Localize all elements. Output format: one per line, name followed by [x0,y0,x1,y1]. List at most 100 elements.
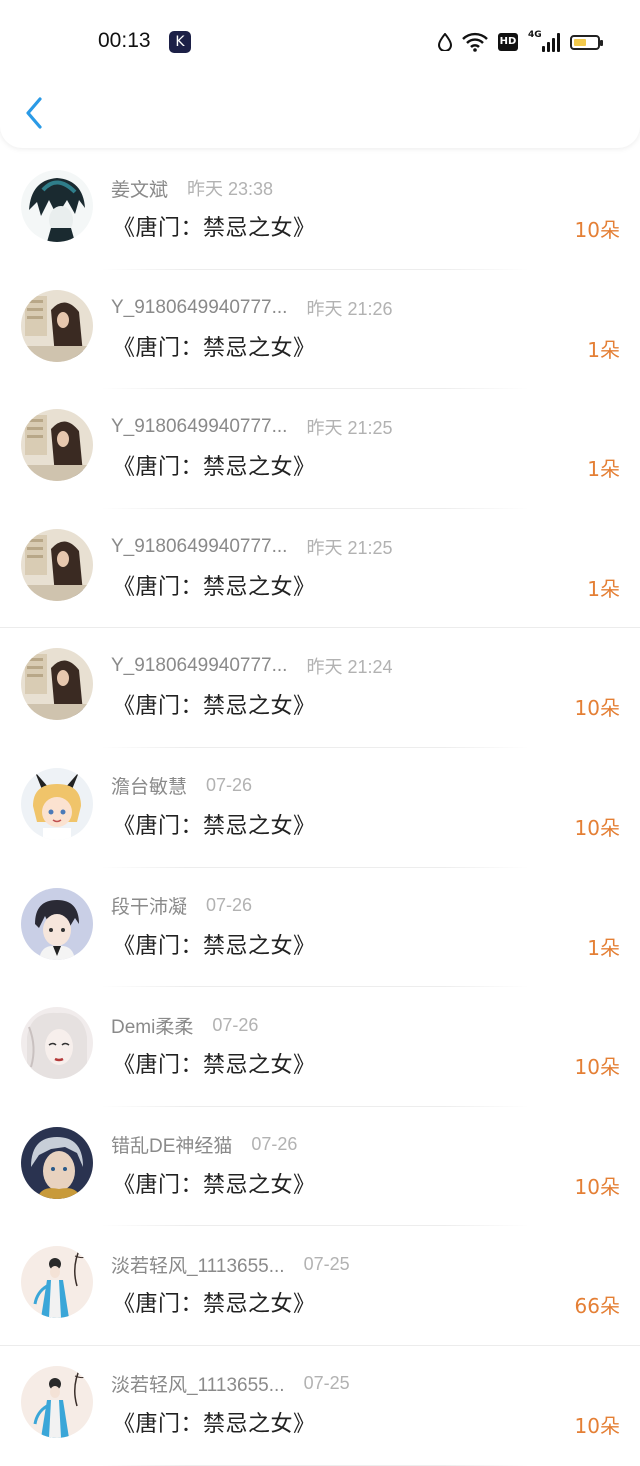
avatar[interactable] [21,767,93,840]
timestamp: 昨天 21:26 [306,298,393,319]
status-icons: HD 4G [438,30,603,54]
list-item[interactable]: Y_9180649940777... 昨天 21:25 《唐门：禁忌之女》 1朵 [0,509,640,629]
item-meta: Y_9180649940777... 昨天 21:26 [111,296,393,320]
timestamp: 昨天 21:24 [306,657,393,678]
list-item[interactable]: Demi柔柔 07-26 《唐门：禁忌之女》 10朵 [0,987,640,1107]
list-item[interactable]: 段干沛凝 07-26 《唐门：禁忌之女》 1朵 [0,868,640,988]
flower-amount: 1朵 [587,457,620,482]
list-item[interactable]: 姜文斌 昨天 23:38 《唐门：禁忌之女》 10朵 [0,150,640,270]
user-name[interactable]: Y_9180649940777... [111,655,287,677]
timestamp: 昨天 21:25 [306,418,393,439]
avatar-image [21,170,93,242]
avatar-image [21,648,93,721]
avatar[interactable] [21,409,93,482]
avatar-image [21,1126,93,1199]
list-item[interactable]: 淡若轻风_1113655... 07-25 《唐门：禁忌之女》 10朵 [0,1346,640,1466]
timestamp: 07-25 [303,1253,350,1274]
avatar[interactable] [21,887,93,960]
timestamp: 昨天 21:25 [306,537,393,558]
avatar-image [21,409,93,482]
avatar[interactable] [21,1246,93,1319]
list-item[interactable]: 淡若轻风_1113655... 07-25 《唐门：禁忌之女》 66朵 [0,1226,640,1346]
book-title[interactable]: 《唐门：禁忌之女》 [113,210,316,242]
book-title[interactable]: 《唐门：禁忌之女》 [113,569,316,601]
wifi-icon [462,32,488,52]
chevron-left-icon [26,97,42,129]
avatar-image [21,1246,93,1319]
user-name[interactable]: 淡若轻风_1113655... [111,1251,285,1278]
avatar[interactable] [21,1126,93,1199]
user-name[interactable]: 淡若轻风_1113655... [111,1370,285,1397]
flower-amount: 10朵 [574,218,620,242]
item-meta: 姜文斌 昨天 23:38 [111,175,273,202]
book-title[interactable]: 《唐门：禁忌之女》 [113,1406,316,1438]
flower-amount: 10朵 [574,1055,620,1080]
hd-voice-icon: HD [498,33,518,51]
cellular-signal-icon: 4G [528,30,560,52]
avatar[interactable] [21,170,93,242]
back-button[interactable] [22,96,52,130]
book-title[interactable]: 《唐门：禁忌之女》 [113,928,316,960]
battery-fill [574,38,587,46]
book-title[interactable]: 《唐门：禁忌之女》 [113,330,316,362]
flower-amount: 1朵 [587,337,620,362]
item-meta: 段干沛凝 07-26 [111,894,252,918]
user-name[interactable]: 澹台敏慧 [111,772,187,799]
flower-amount: 1朵 [587,935,620,960]
timestamp: 07-26 [206,895,253,916]
list-item[interactable]: 澹台敏慧 07-26 《唐门：禁忌之女》 10朵 [0,748,640,868]
flower-amount: 10朵 [574,696,620,721]
flower-amount: 1朵 [587,576,620,601]
item-meta: 错乱DE神经猫 07-26 [111,1133,297,1157]
avatar[interactable] [21,1365,93,1438]
item-meta: 澹台敏慧 07-26 [111,774,252,798]
book-title[interactable]: 《唐门：禁忌之女》 [113,688,316,720]
user-name[interactable]: Demi柔柔 [111,1012,193,1039]
battery-icon [570,34,603,50]
avatar[interactable] [21,1007,93,1080]
header: 00:13 K HD 4G [0,0,640,148]
book-title[interactable]: 《唐门：禁忌之女》 [113,1047,316,1079]
user-name[interactable]: Y_9180649940777... [111,297,287,319]
avatar-image [21,1365,93,1438]
avatar-image [21,887,93,960]
avatar-image [21,1007,93,1080]
cellular-label: 4G [528,30,542,40]
list-item[interactable]: Y_9180649940777... 昨天 21:24 《唐门：禁忌之女》 10… [0,628,640,748]
user-name[interactable]: 错乱DE神经猫 [111,1131,232,1158]
timestamp: 07-25 [303,1373,350,1394]
timestamp: 07-26 [206,775,253,796]
item-meta: 淡若轻风_1113655... 07-25 [111,1251,350,1278]
list-item[interactable]: 错乱DE神经猫 07-26 《唐门：禁忌之女》 10朵 [0,1107,640,1227]
avatar[interactable] [21,528,93,601]
gift-record-list: 姜文斌 昨天 23:38 《唐门：禁忌之女》 10朵 Y_91806499407… [0,150,640,1466]
item-meta: 淡若轻风_1113655... 07-25 [111,1372,350,1396]
avatar-image [21,767,93,840]
user-name[interactable]: Y_9180649940777... [111,536,287,558]
book-title[interactable]: 《唐门：禁忌之女》 [113,1286,316,1318]
list-item[interactable]: Y_9180649940777... 昨天 21:25 《唐门：禁忌之女》 1朵 [0,389,640,509]
item-meta: Y_9180649940777... 昨天 21:25 [111,535,393,559]
user-name[interactable]: Y_9180649940777... [111,416,287,438]
status-bar: 00:13 K HD 4G [0,0,640,84]
divider [100,1464,530,1466]
user-name[interactable]: 姜文斌 [111,175,168,202]
timestamp: 07-26 [212,1014,259,1035]
list-item[interactable]: Y_9180649940777... 昨天 21:26 《唐门：禁忌之女》 1朵 [0,270,640,390]
item-meta: Y_9180649940777... 昨天 21:25 [111,415,393,439]
book-title[interactable]: 《唐门：禁忌之女》 [113,808,316,840]
data-saver-icon [438,33,452,51]
status-time: 00:13 [98,29,151,52]
flower-amount: 10朵 [574,1174,620,1199]
book-title[interactable]: 《唐门：禁忌之女》 [113,449,316,481]
avatar[interactable] [21,648,93,721]
avatar-image [21,289,93,362]
flower-amount: 10朵 [574,1413,620,1438]
user-name[interactable]: 段干沛凝 [111,892,187,919]
avatar[interactable] [21,289,93,362]
book-title[interactable]: 《唐门：禁忌之女》 [113,1167,316,1199]
app-notification-icon: K [169,31,191,53]
avatar-image [21,528,93,601]
item-meta: Y_9180649940777... 昨天 21:24 [111,654,393,678]
timestamp: 07-26 [251,1134,298,1155]
